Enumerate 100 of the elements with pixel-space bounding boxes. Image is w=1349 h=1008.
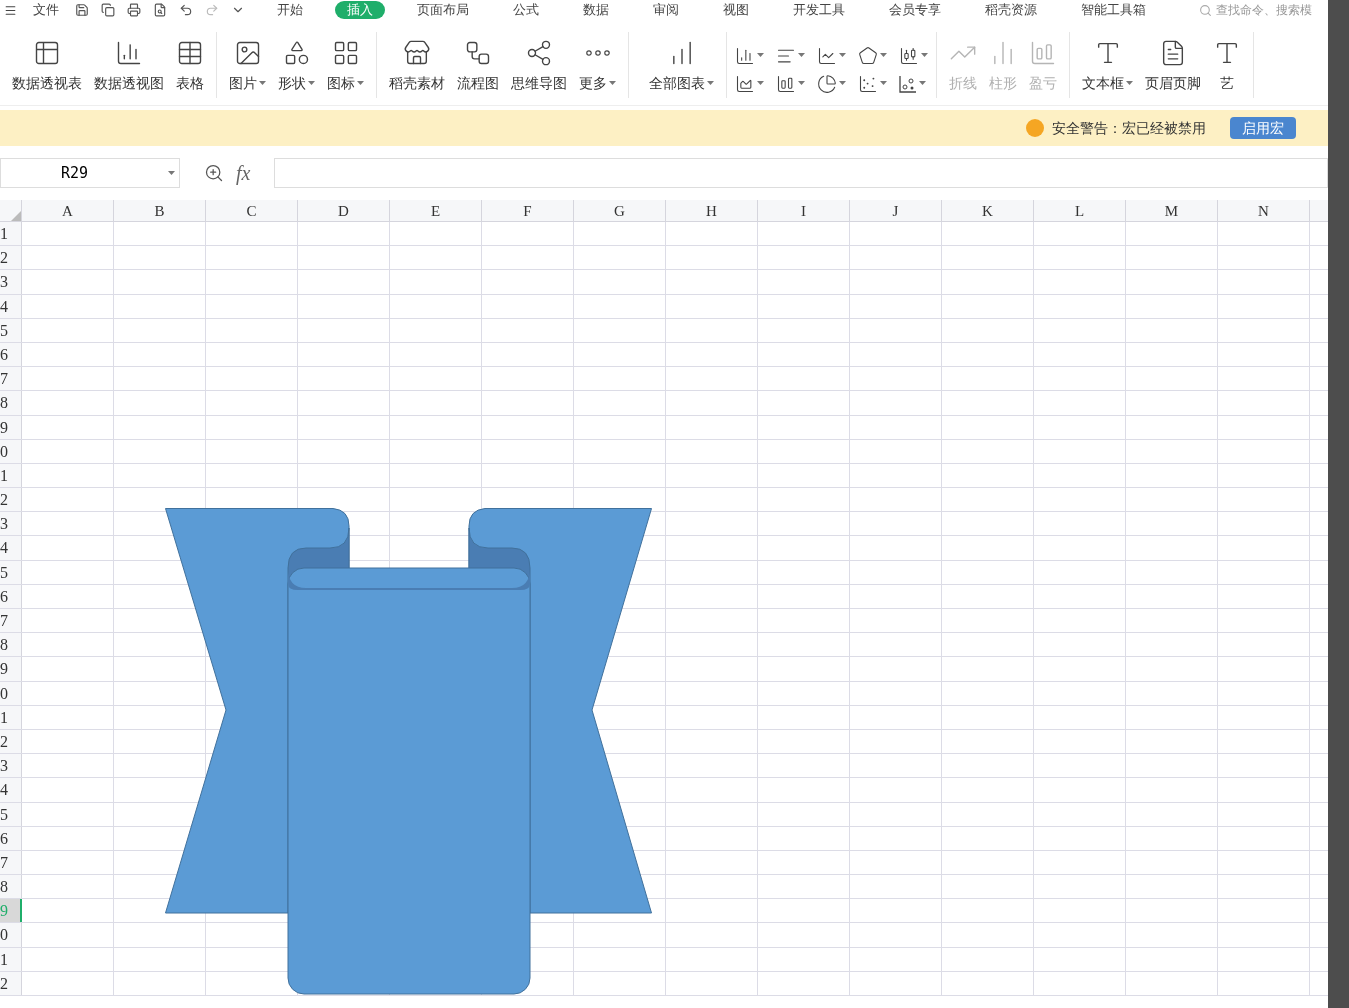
chart-type-button[interactable] xyxy=(735,73,764,94)
print-icon[interactable] xyxy=(127,3,141,17)
column-header[interactable]: A xyxy=(22,200,114,221)
column-header[interactable]: E xyxy=(390,200,482,221)
ribbon-button[interactable]: 图标 xyxy=(323,38,368,98)
row-header[interactable]: 5 xyxy=(0,318,22,342)
row-header[interactable]: 9 xyxy=(0,657,22,681)
menu-tab[interactable]: 开始 xyxy=(265,1,315,19)
stock-chart-icon xyxy=(899,45,919,66)
ribbon-button[interactable]: 数据透视表 xyxy=(8,38,86,98)
row-header[interactable]: 7 xyxy=(0,609,22,633)
row-header[interactable]: 7 xyxy=(0,850,22,875)
column-header[interactable]: G xyxy=(574,200,666,221)
row-header[interactable]: 9 xyxy=(0,415,22,439)
row-header[interactable]: 7 xyxy=(0,367,22,391)
row-header[interactable]: 6 xyxy=(0,826,22,850)
ribbon-button[interactable]: 页眉页脚 xyxy=(1141,38,1205,98)
save-icon[interactable] xyxy=(75,3,89,17)
undo-icon[interactable] xyxy=(179,3,193,17)
row-header[interactable]: 3 xyxy=(0,512,22,536)
ribbon-button[interactable]: 数据透视图 xyxy=(90,38,168,98)
row-header[interactable]: 2 xyxy=(0,488,22,512)
row-header[interactable]: 2 xyxy=(0,246,22,270)
row-header[interactable]: 0 xyxy=(0,923,22,947)
row-header[interactable]: 1 xyxy=(0,463,22,488)
row-header[interactable]: 3 xyxy=(0,754,22,778)
row-header[interactable]: 3 xyxy=(0,270,22,294)
column-header[interactable]: F xyxy=(482,200,574,221)
column-header[interactable]: D xyxy=(298,200,390,221)
chart-type-button[interactable] xyxy=(899,73,928,94)
row-header[interactable]: 0 xyxy=(0,439,22,463)
ribbon-button[interactable]: 图片 xyxy=(225,38,270,98)
row-header[interactable]: 0 xyxy=(0,681,22,705)
column-header[interactable]: B xyxy=(114,200,206,221)
ribbon-button[interactable]: 文本框 xyxy=(1078,38,1137,98)
ribbon-button[interactable]: 形状 xyxy=(274,38,319,98)
row-header[interactable]: 8 xyxy=(0,633,22,657)
ribbon-button[interactable]: 稻壳素材 xyxy=(385,38,449,98)
menu-tab[interactable]: 会员专享 xyxy=(877,1,953,19)
zoom-icon[interactable] xyxy=(204,163,224,183)
menu-tab[interactable]: 数据 xyxy=(571,1,621,19)
chart-type-button[interactable] xyxy=(817,73,846,94)
chart-type-button[interactable] xyxy=(899,45,928,66)
chart-type-button[interactable] xyxy=(735,45,764,66)
column-header[interactable]: N xyxy=(1218,200,1310,221)
menu-tab[interactable]: 智能工具箱 xyxy=(1069,1,1158,19)
chart-type-button[interactable] xyxy=(817,45,846,66)
combo-chart-icon xyxy=(776,73,796,94)
row-header[interactable]: 6 xyxy=(0,342,22,367)
pie-chart-icon xyxy=(817,73,837,94)
ribbon-button[interactable]: 更多 xyxy=(575,38,620,98)
menu-icon[interactable] xyxy=(4,3,17,17)
ribbon-button[interactable]: 表格 xyxy=(172,38,208,98)
column-header[interactable]: M xyxy=(1126,200,1218,221)
line-chart-icon xyxy=(817,45,837,66)
name-box[interactable]: R29 xyxy=(0,158,180,188)
column-header[interactable]: C xyxy=(206,200,298,221)
caret-icon xyxy=(798,81,805,86)
print-preview-icon[interactable] xyxy=(153,3,167,17)
enable-macro-button[interactable]: 启用宏 xyxy=(1230,117,1296,139)
ribbon-button[interactable]: 流程图 xyxy=(453,38,503,98)
ribbon-button[interactable]: 思维导图 xyxy=(507,38,571,98)
chart-type-button[interactable] xyxy=(776,73,805,94)
menu-tab[interactable]: 页面布局 xyxy=(405,1,481,19)
caret-icon xyxy=(259,80,266,86)
menu-tab[interactable]: 公式 xyxy=(501,1,551,19)
menu-tab[interactable]: 稻壳资源 xyxy=(973,1,1049,19)
row-header[interactable]: 4 xyxy=(0,294,22,318)
fx-label[interactable]: fx xyxy=(236,158,251,188)
row-header[interactable]: 8 xyxy=(0,875,22,899)
row-header[interactable]: 2 xyxy=(0,971,22,995)
row-header[interactable]: 4 xyxy=(0,536,22,560)
column-header[interactable]: I xyxy=(758,200,850,221)
chart-type-button[interactable] xyxy=(858,45,887,66)
formula-input[interactable] xyxy=(274,158,1328,188)
mind-map-icon xyxy=(525,38,553,67)
row-header[interactable]: 8 xyxy=(0,391,22,415)
column-header[interactable]: H xyxy=(666,200,758,221)
chart-type-button[interactable] xyxy=(858,73,887,94)
menu-tab[interactable]: 审阅 xyxy=(641,1,691,19)
row-header[interactable]: 5 xyxy=(0,560,22,584)
menu-tab[interactable]: 文件 xyxy=(33,0,59,20)
column-header[interactable]: L xyxy=(1034,200,1126,221)
row-header[interactable]: 5 xyxy=(0,802,22,826)
row-header[interactable]: 6 xyxy=(0,584,22,608)
menu-tab[interactable]: 视图 xyxy=(711,1,761,19)
column-header[interactable]: K xyxy=(942,200,1034,221)
ribbon-button[interactable]: 艺 xyxy=(1209,38,1245,98)
row-header[interactable]: 1 xyxy=(0,947,22,971)
caret-icon xyxy=(168,170,175,176)
security-warning-text: 安全警告：宏已经被禁用 xyxy=(1052,118,1206,138)
row-header[interactable]: 1 xyxy=(0,222,22,246)
row-header[interactable]: 2 xyxy=(0,729,22,754)
column-header[interactable]: J xyxy=(850,200,942,221)
row-header[interactable]: 4 xyxy=(0,778,22,802)
menu-tab[interactable]: 开发工具 xyxy=(781,1,857,19)
row-header[interactable]: 1 xyxy=(0,705,22,729)
ribbon-button[interactable]: 全部图表 xyxy=(645,38,718,98)
search-field[interactable]: 查找命令、搜索模 xyxy=(1216,1,1320,19)
caret-icon xyxy=(798,53,805,58)
